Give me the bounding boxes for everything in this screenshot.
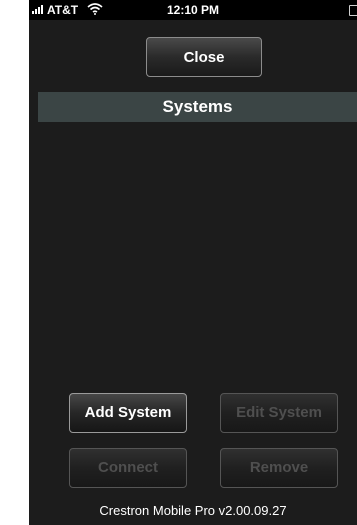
status-bar: AT&T 12:10 PM xyxy=(29,0,357,20)
battery-icon xyxy=(349,5,357,16)
close-button[interactable]: Close xyxy=(146,37,262,77)
systems-list[interactable] xyxy=(38,122,357,384)
connect-button[interactable]: Connect xyxy=(69,448,187,488)
remove-button[interactable]: Remove xyxy=(220,448,338,488)
version-label: Crestron Mobile Pro v2.00.09.27 xyxy=(99,503,287,518)
app-screen: AT&T 12:10 PM Close Systems Add System E… xyxy=(29,0,357,525)
status-time: 12:10 PM xyxy=(166,3,220,17)
systems-header: Systems xyxy=(38,92,357,122)
add-system-button[interactable]: Add System xyxy=(69,393,187,433)
edit-system-button[interactable]: Edit System xyxy=(220,393,338,433)
